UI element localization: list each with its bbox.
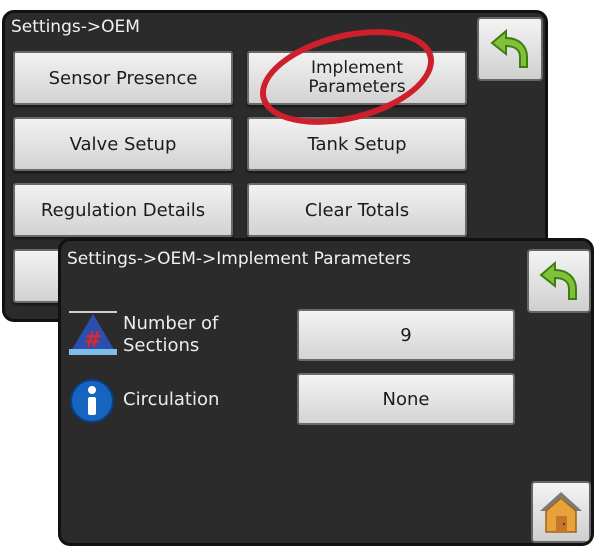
svg-text:#: # [84, 328, 102, 353]
regulation-details-button[interactable]: Regulation Details [13, 183, 233, 237]
number-of-sections-value: 9 [400, 324, 412, 346]
clear-totals-button[interactable]: Clear Totals [247, 183, 467, 237]
regulation-details-label: Regulation Details [40, 199, 206, 221]
breadcrumb: Settings->OEM->Implement Parameters [67, 249, 411, 269]
tank-setup-button[interactable]: Tank Setup [247, 117, 467, 171]
implement-parameters-label-line2: Parameters [308, 77, 406, 97]
back-button[interactable] [477, 17, 543, 81]
sensor-presence-button[interactable]: Sensor Presence [13, 51, 233, 105]
circulation-value: None [382, 388, 430, 410]
back-arrow-icon [539, 260, 577, 300]
info-icon [70, 379, 114, 423]
breadcrumb: Settings->OEM [11, 17, 140, 37]
circulation-label: Circulation [123, 389, 220, 410]
home-icon [540, 492, 582, 533]
clear-totals-label: Clear Totals [304, 199, 410, 221]
number-of-sections-label: Number of Sections [123, 313, 219, 356]
number-of-sections-field[interactable]: 9 [297, 309, 515, 361]
back-arrow-icon [490, 28, 528, 68]
valve-setup-label: Valve Setup [69, 133, 177, 155]
valve-setup-button[interactable]: Valve Setup [13, 117, 233, 171]
implement-parameters-screen: Settings->OEM->Implement Parameters # Nu… [58, 238, 594, 546]
tank-setup-label: Tank Setup [307, 133, 407, 155]
home-button[interactable] [531, 481, 591, 543]
sensor-presence-label: Sensor Presence [48, 67, 198, 89]
implement-parameters-label-line1: Implement [310, 58, 403, 78]
implement-parameters-button[interactable]: Implement Parameters [247, 51, 467, 105]
back-button[interactable] [527, 249, 591, 313]
circulation-field[interactable]: None [297, 373, 515, 425]
number-sections-icon: # [69, 311, 117, 355]
